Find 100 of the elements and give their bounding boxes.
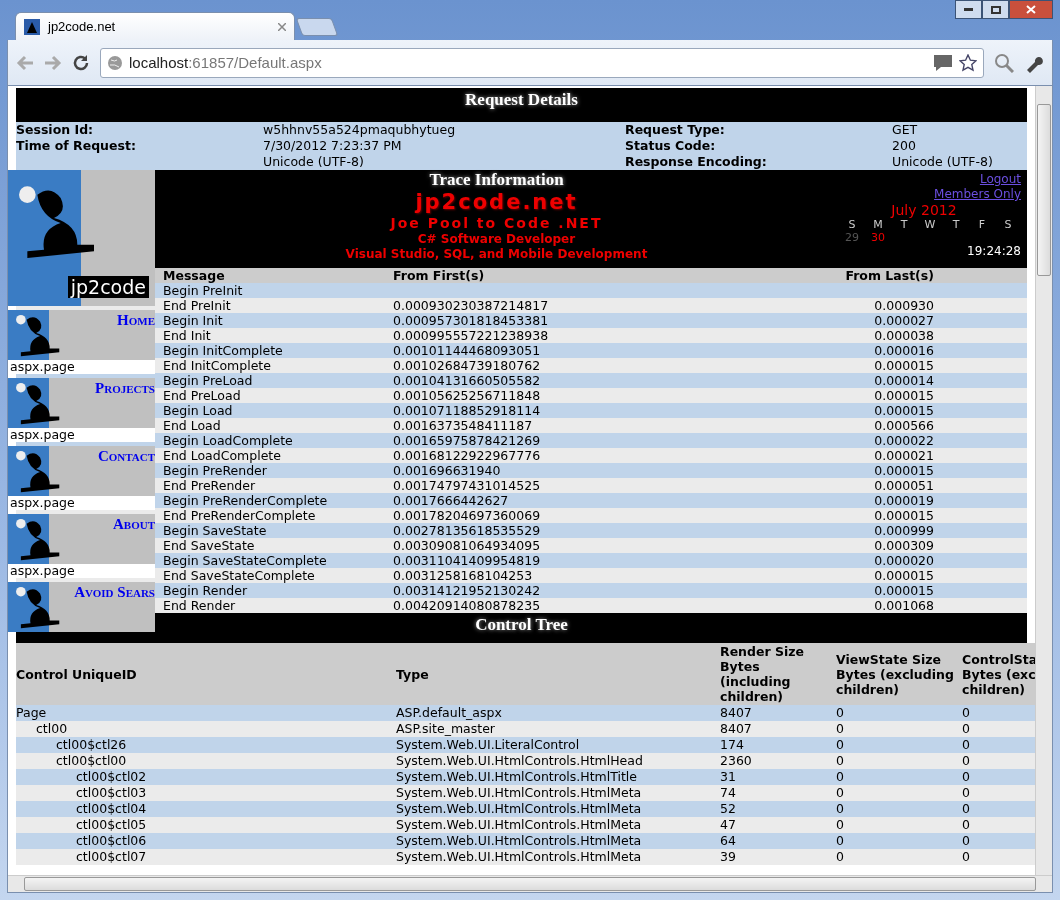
table-cell: 74	[720, 785, 836, 801]
weekday-label: W	[923, 218, 937, 231]
table-cell-text: 0.000015	[873, 358, 935, 373]
table-cell: ctl00$ctl03	[16, 785, 396, 801]
table-cell-text: Begin PreLoad	[163, 373, 254, 388]
table-cell: ctl00$ctl00	[16, 753, 396, 769]
table-cell-text: End PreRender	[163, 478, 257, 493]
category-text: aspx.page	[8, 360, 155, 374]
site-role: C# Software Developer	[417, 232, 576, 247]
field-label: Status Code:	[625, 138, 717, 154]
nav-link[interactable]: Home	[117, 312, 155, 329]
field-label: Request Type:	[625, 122, 726, 138]
field-value: Unicode (UTF-8)	[263, 154, 365, 170]
weekday-label: T	[951, 218, 961, 231]
browser-tab[interactable]: jp2code.net	[15, 12, 295, 40]
table-cell: 64	[720, 833, 836, 849]
column-header: Message	[163, 268, 226, 283]
reload-icon[interactable]	[72, 53, 90, 72]
table-cell-text: End Render	[163, 598, 237, 613]
maximize-button[interactable]	[982, 0, 1009, 19]
star-icon[interactable]	[959, 53, 977, 72]
table-cell: ctl00$ctl06	[16, 833, 396, 849]
table-cell: Page	[16, 705, 396, 721]
table-cell-text: 0.001696631940	[393, 463, 502, 478]
table-cell-text: 0.00104131660505582	[393, 373, 542, 388]
table-cell-text: 0.00174797431014525	[393, 478, 542, 493]
category-text: aspx.page	[8, 496, 155, 510]
weekday-label: T	[899, 218, 909, 231]
table-cell-text: 0.00101144468093051	[393, 343, 542, 358]
category-text: aspx.page	[8, 428, 155, 442]
search-icon[interactable]	[994, 52, 1014, 73]
table-cell-text: 0.000021	[873, 448, 935, 463]
table-cell-text: End PreInit	[163, 298, 232, 313]
speech-bubble-icon[interactable]	[933, 53, 953, 72]
table-cell: System.Web.UI.LiteralControl	[396, 737, 720, 753]
logo-text: jp2code	[67, 276, 149, 298]
table-cell: 0	[962, 849, 1035, 865]
column-header: ViewState Size Bytes (excluding children)	[836, 651, 955, 697]
table-cell-text: End InitComplete	[163, 358, 272, 373]
calendar-date[interactable]: 29	[839, 231, 865, 244]
table-cell-text: Begin PreRender	[163, 463, 268, 478]
weekday-label: M	[872, 218, 884, 231]
table-cell: 0	[962, 833, 1035, 849]
nav-link[interactable]: Contact	[97, 448, 155, 465]
table-cell-text: 0.000309	[873, 538, 935, 553]
table-cell: ctl00$ctl05	[16, 817, 396, 833]
table-cell-text: 0.000015	[873, 508, 935, 523]
table-cell-text: End SaveStateComplete	[163, 568, 316, 583]
nav-link[interactable]: Projects	[95, 380, 155, 397]
table-cell: 0	[962, 705, 1035, 721]
table-cell-text: 0.000995557221238938	[393, 328, 550, 343]
table-cell: System.Web.UI.HtmlControls.HtmlMeta	[396, 785, 720, 801]
column-header: Type	[396, 666, 430, 682]
table-cell: 0	[962, 753, 1035, 769]
table-cell: 0	[962, 721, 1035, 737]
table-cell: 174	[720, 737, 836, 753]
table-cell: 0	[836, 833, 962, 849]
table-cell-text: 0.000022	[873, 433, 935, 448]
weekday-label: S	[847, 218, 857, 231]
table-cell-text: 0.000016	[873, 343, 935, 358]
clock-time: 19:24:28	[967, 244, 1021, 258]
table-cell: System.Web.UI.HtmlControls.HtmlMeta	[396, 833, 720, 849]
section-title: Request Details	[465, 90, 578, 111]
address-bar[interactable]: localhost:61857/Default.aspx	[100, 47, 984, 78]
field-value: GET	[892, 122, 919, 138]
table-cell-text: 0.000014	[873, 373, 935, 388]
url-text: localhost:61857/Default.aspx	[129, 54, 322, 71]
table-cell: ctl00$ctl07	[16, 849, 396, 865]
table-cell: 47	[720, 817, 836, 833]
table-cell-text: 0.000015	[873, 583, 935, 598]
site-tagline: Joe Pool to Code .NET	[390, 214, 603, 232]
table-cell: 39	[720, 849, 836, 865]
table-cell: ASP.site_master	[396, 721, 720, 737]
table-cell-text: End PreLoad	[163, 388, 242, 403]
weekday-label: F	[977, 218, 987, 231]
table-cell: ctl00$ctl02	[16, 769, 396, 785]
close-button[interactable]	[1009, 0, 1053, 19]
table-cell: 0	[836, 817, 962, 833]
horizontal-scrollbar[interactable]	[8, 875, 1052, 892]
table-cell: 2360	[720, 753, 836, 769]
minimize-button[interactable]	[955, 0, 982, 19]
table-cell: System.Web.UI.HtmlControls.HtmlMeta	[396, 801, 720, 817]
table-cell-text: Begin Load	[163, 403, 234, 418]
calendar-date[interactable]: 30	[865, 231, 891, 244]
close-icon[interactable]	[278, 22, 286, 31]
column-header: From Last(s)	[844, 268, 935, 283]
nav-link[interactable]: Avoid Sears	[74, 584, 155, 601]
member-link[interactable]: Members Only	[934, 187, 1021, 202]
member-link[interactable]: Logout	[979, 172, 1021, 187]
vertical-scrollbar[interactable]	[1035, 86, 1052, 875]
table-cell: 8407	[720, 705, 836, 721]
table-cell-text: 0.000020	[873, 553, 935, 568]
table-cell: ctl00$ctl04	[16, 801, 396, 817]
table-cell-text: 0.000015	[873, 403, 935, 418]
table-cell: ctl00	[16, 721, 396, 737]
nav-link[interactable]: About	[113, 516, 155, 533]
table-cell: 0	[836, 705, 962, 721]
section-title: Control Tree	[475, 615, 568, 636]
table-cell: 0	[836, 737, 962, 753]
site-skills: Visual Studio, SQL, and Mobile Development	[345, 247, 648, 262]
